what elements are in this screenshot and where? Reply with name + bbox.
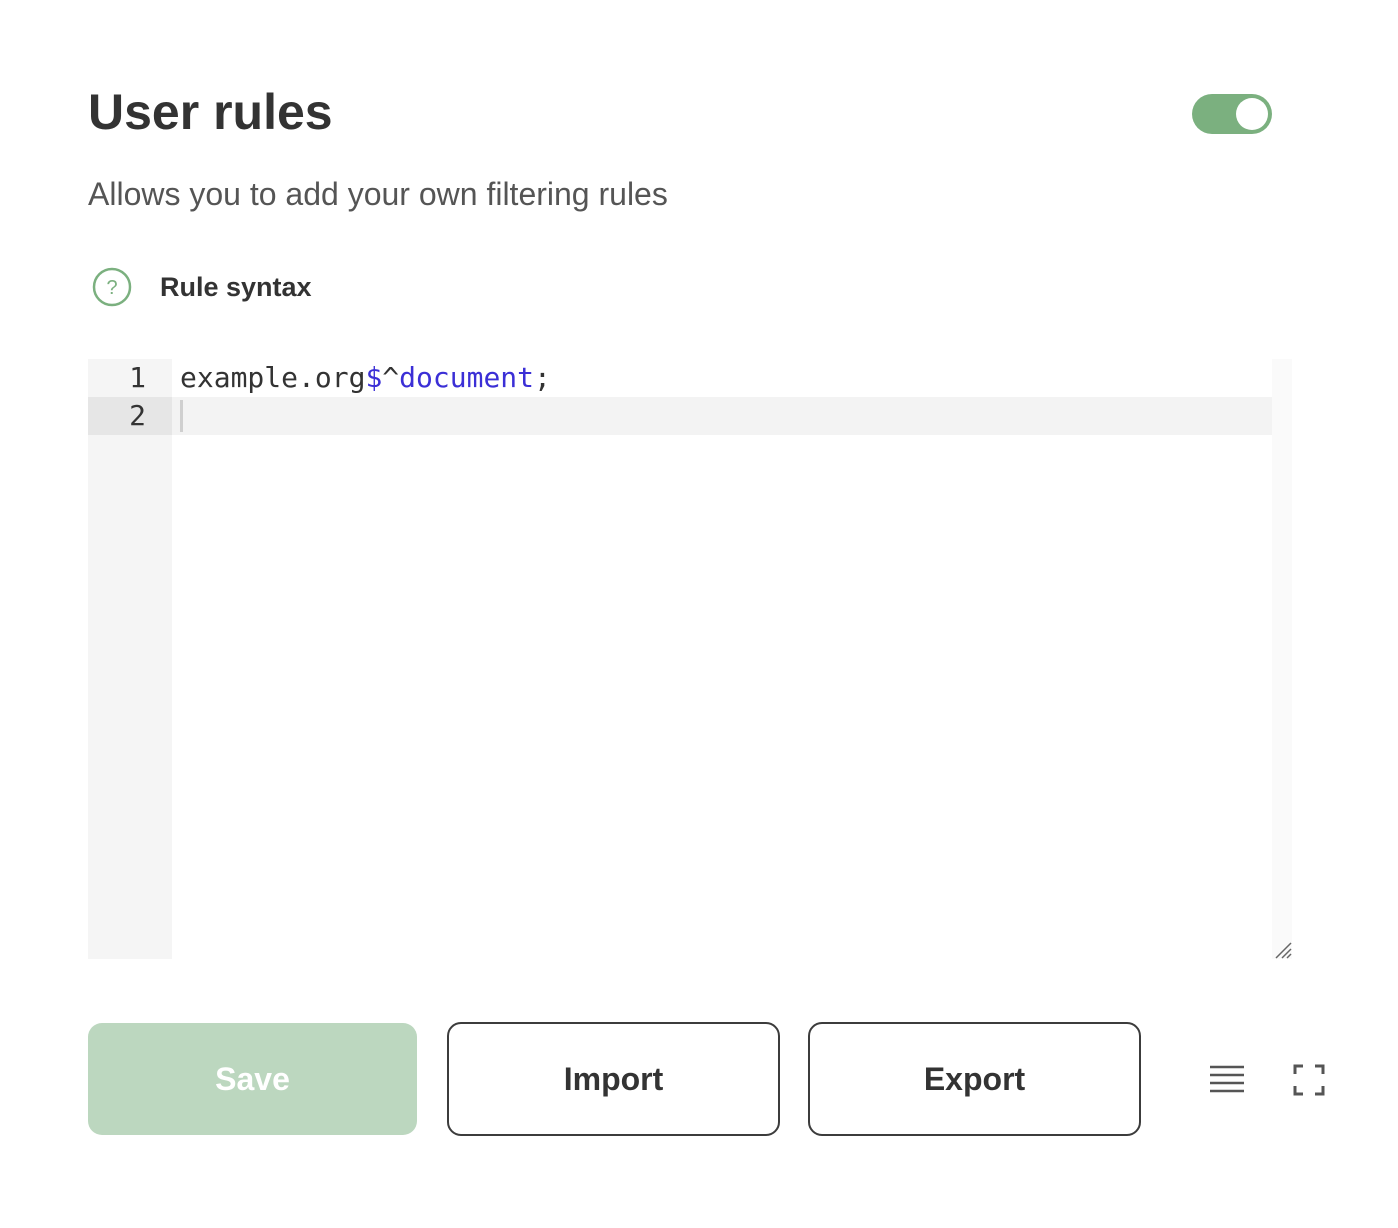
export-button[interactable]: Export: [808, 1022, 1141, 1136]
save-button[interactable]: Save: [88, 1023, 417, 1135]
line-wrap-icon[interactable]: [1207, 1060, 1247, 1100]
editor-line[interactable]: 1 example.org$^document;: [88, 359, 1272, 397]
svg-text:?: ?: [106, 277, 117, 299]
code-token: ;: [534, 361, 551, 394]
import-button[interactable]: Import: [447, 1022, 780, 1136]
question-circle-icon: ?: [92, 267, 132, 307]
page-title: User rules: [88, 84, 333, 140]
editor-gutter: [88, 359, 172, 959]
user-rules-page: User rules Allows you to add your own fi…: [0, 0, 1398, 1228]
line-number: 2: [129, 399, 146, 432]
code-token: ^: [382, 361, 400, 394]
page-subtitle: Allows you to add your own filtering rul…: [88, 176, 668, 212]
rule-syntax-link[interactable]: ? Rule syntax: [92, 266, 312, 308]
rules-editor[interactable]: 1 example.org$^document; 2: [88, 359, 1292, 959]
line-code: example.org$^document;: [180, 359, 551, 397]
editor-scrollbar[interactable]: [1272, 359, 1292, 959]
toggle-knob: [1236, 98, 1268, 130]
user-rules-toggle[interactable]: [1192, 94, 1272, 134]
resize-handle-icon[interactable]: [1272, 939, 1292, 959]
code-token: $: [365, 361, 383, 394]
line-number: 1: [129, 361, 146, 394]
code-token: document: [399, 361, 535, 394]
rule-syntax-label: Rule syntax: [160, 271, 312, 302]
text-cursor: [180, 400, 183, 432]
code-token: example.org: [180, 361, 366, 394]
fullscreen-icon[interactable]: [1289, 1060, 1329, 1100]
editor-line-active[interactable]: 2: [88, 397, 1272, 435]
